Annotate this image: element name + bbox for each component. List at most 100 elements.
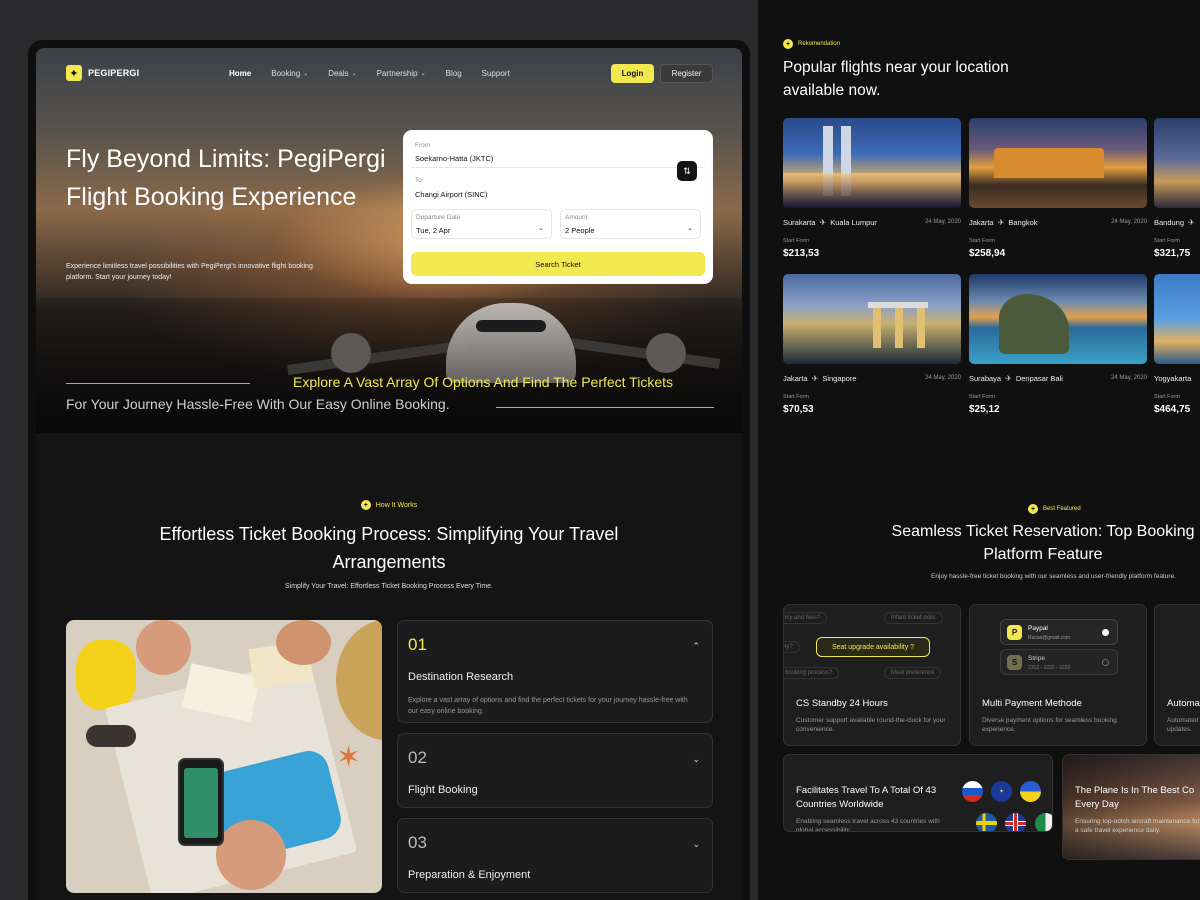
- feature-description: Ensuring top-notch aircraft maintenance …: [1075, 818, 1200, 834]
- nav-item-partnership[interactable]: Partnership ⌄: [377, 69, 426, 78]
- chevron-down-icon: ⌄: [687, 225, 693, 232]
- recommendation-title: Popular flights near your location avail…: [783, 59, 1009, 99]
- seat-upgrade-chip[interactable]: Seat upgrade availability ?: [816, 637, 930, 657]
- flight-date: 24 May, 2020: [1111, 219, 1147, 225]
- how-title: Effortless Ticket Booking Process: Simpl…: [36, 520, 742, 576]
- feature-card-automated: Automa Automated updates.: [1154, 604, 1200, 746]
- tagline-highlight: Explore A Vast Array Of Options And Find…: [293, 374, 673, 390]
- route: Surakarta ✈ Kuala Lumpur: [783, 218, 877, 227]
- yellow-flipflop: [76, 640, 136, 710]
- faq-chip: Infant ticket polic: [884, 612, 943, 624]
- route: Jakarta ✈ Bangkok: [969, 218, 1038, 227]
- feature-title: Multi Payment Methode: [982, 698, 1082, 709]
- nav-item-support[interactable]: Support: [482, 69, 510, 78]
- nav-item-blog[interactable]: Blog: [446, 69, 462, 78]
- step-01[interactable]: 01 Destination Research Explore a vast a…: [397, 620, 713, 723]
- hand: [276, 620, 331, 665]
- chevron-up-icon[interactable]: ⌃: [692, 641, 700, 652]
- smartphone: [178, 758, 224, 846]
- start-label: Start Form: [969, 238, 995, 244]
- divider: [66, 383, 250, 384]
- step-02[interactable]: 02 Flight Booking ⌄: [397, 733, 713, 808]
- faq-chip: booking process?: [784, 667, 840, 679]
- feature-card-cs: ncy and fees? Infant ticket polic ny? bo…: [783, 604, 961, 746]
- airplane-engine-left: [331, 333, 371, 373]
- amount-label: Amount: [565, 214, 588, 221]
- start-label: Start Form: [783, 394, 809, 400]
- how-subtitle: Simplify Your Travel: Effortless Ticket …: [284, 583, 493, 590]
- step-number: 03: [408, 833, 427, 852]
- hero-subtitle: Experience limitless travel possibilitie…: [66, 263, 313, 281]
- featured-title: Seamless Ticket Reservation: Top Booking…: [888, 520, 1198, 566]
- airplane-engine-right: [646, 333, 686, 373]
- chevron-down-icon[interactable]: ⌄: [692, 754, 700, 765]
- step-title: Destination Research: [408, 671, 514, 683]
- route: Bandung ✈: [1154, 218, 1195, 227]
- destination-image: [969, 118, 1147, 208]
- radio-unselected[interactable]: [1102, 659, 1109, 666]
- to-label: To: [415, 177, 422, 184]
- feature-description-line: updates.: [1167, 726, 1192, 733]
- plus-icon: +: [783, 39, 793, 49]
- nav-item-booking[interactable]: Booking ⌄: [271, 69, 308, 78]
- landing-page-device: ✦ PEGIPERGI Home Booking ⌄ Deals ⌄ Partner…: [28, 40, 750, 900]
- route: Yogyakarta: [1154, 374, 1192, 383]
- hero-section: ✦ PEGIPERGI Home Booking ⌄ Deals ⌄ Partner…: [36, 48, 742, 433]
- feature-title-line: Every Day: [1075, 799, 1119, 810]
- date-label: Departure Date: [416, 214, 461, 221]
- starfish: ✶: [336, 741, 362, 774]
- flight-search-card: From Soekarno-Hatta (JKTC) To Changi Air…: [403, 130, 713, 284]
- feature-description: Automated updates.: [1167, 716, 1200, 734]
- payment-detail: 2312 - 3232 - 3232: [1028, 665, 1071, 671]
- to-input[interactable]: Changi Airport (SINC): [415, 190, 488, 199]
- logo[interactable]: ✦ PEGIPERGI: [66, 65, 139, 81]
- featured-title-line: Platform Feature: [983, 546, 1103, 563]
- plane-icon: ✈: [1188, 218, 1195, 227]
- step-03[interactable]: 03 Preparation & Enjoyment ⌄: [397, 818, 713, 893]
- eu-flag-icon: ✦: [991, 781, 1012, 802]
- top-nav: ✦ PEGIPERGI Home Booking ⌄ Deals ⌄ Partner…: [66, 60, 713, 86]
- feature-title: The Plane Is In The Best Co Every Day: [1075, 784, 1194, 812]
- feature-title-line: The Plane Is In The Best Co: [1075, 785, 1195, 796]
- feature-title: Facilitates Travel To A Total Of 43 Coun…: [796, 785, 937, 810]
- swap-icon[interactable]: ⇅: [677, 161, 697, 181]
- destination-image: [1154, 118, 1200, 208]
- chevron-down-icon: ⌄: [351, 70, 357, 77]
- login-button[interactable]: Login: [611, 63, 654, 83]
- divider: [411, 167, 705, 168]
- nav-item-home[interactable]: Home: [229, 69, 251, 78]
- plane-icon: ✈: [997, 218, 1005, 227]
- step-number: 01: [408, 635, 427, 654]
- chevron-down-icon: ⌄: [303, 70, 309, 77]
- faq-chip: Meal preference: [884, 667, 942, 679]
- best-featured-badge: + Best Featured: [1028, 504, 1081, 514]
- feature-card-plane: The Plane Is In The Best Co Every Day Ens…: [1062, 754, 1200, 860]
- from-input[interactable]: Soekarno-Hatta (JKTC): [415, 154, 493, 163]
- travel-planning-photo: ✶: [66, 620, 382, 893]
- payment-option-stripe[interactable]: S Stripe 2312 - 3232 - 3232: [1000, 649, 1118, 675]
- nav-menu: Home Booking ⌄ Deals ⌄ Partnership ⌄ Blog S…: [229, 69, 530, 78]
- chevron-down-icon[interactable]: ⌄: [692, 839, 700, 850]
- featured-title-line: Seamless Ticket Reservation: Top Booking: [891, 523, 1195, 540]
- hero-tarmac: [36, 298, 742, 433]
- start-label: Start Form: [1154, 238, 1180, 244]
- badge-label: Best Featured: [1043, 506, 1081, 512]
- search-ticket-button[interactable]: Search Ticket: [411, 252, 705, 276]
- amount-select[interactable]: Amount 2 People ⌄: [560, 209, 701, 239]
- recommendation-badge: + Rekomendation: [783, 39, 840, 49]
- sparkle-logo-icon: ✦: [66, 65, 82, 81]
- step-number: 02: [408, 748, 427, 767]
- register-button[interactable]: Register: [660, 63, 713, 83]
- uk-flag-icon: [1005, 813, 1026, 831]
- price: $321,75: [1154, 248, 1191, 259]
- airplane-cockpit: [476, 320, 546, 332]
- how-title-text: Effortless Ticket Booking Process: Simpl…: [159, 524, 619, 572]
- nav-item-deals[interactable]: Deals ⌄: [328, 69, 356, 78]
- radio-selected[interactable]: [1102, 629, 1109, 636]
- route: Surabaya ✈ Denpasar Bali: [969, 374, 1063, 383]
- payment-option-paypal[interactable]: P Paypal Rucas@gmail.com: [1000, 619, 1118, 645]
- badge-label: Rekomendation: [798, 41, 841, 47]
- departure-date-select[interactable]: Departure Date Tue, 2 Apr ⌄: [411, 209, 552, 239]
- price: $213,53: [783, 248, 820, 259]
- payment-detail: Rucas@gmail.com: [1028, 635, 1071, 641]
